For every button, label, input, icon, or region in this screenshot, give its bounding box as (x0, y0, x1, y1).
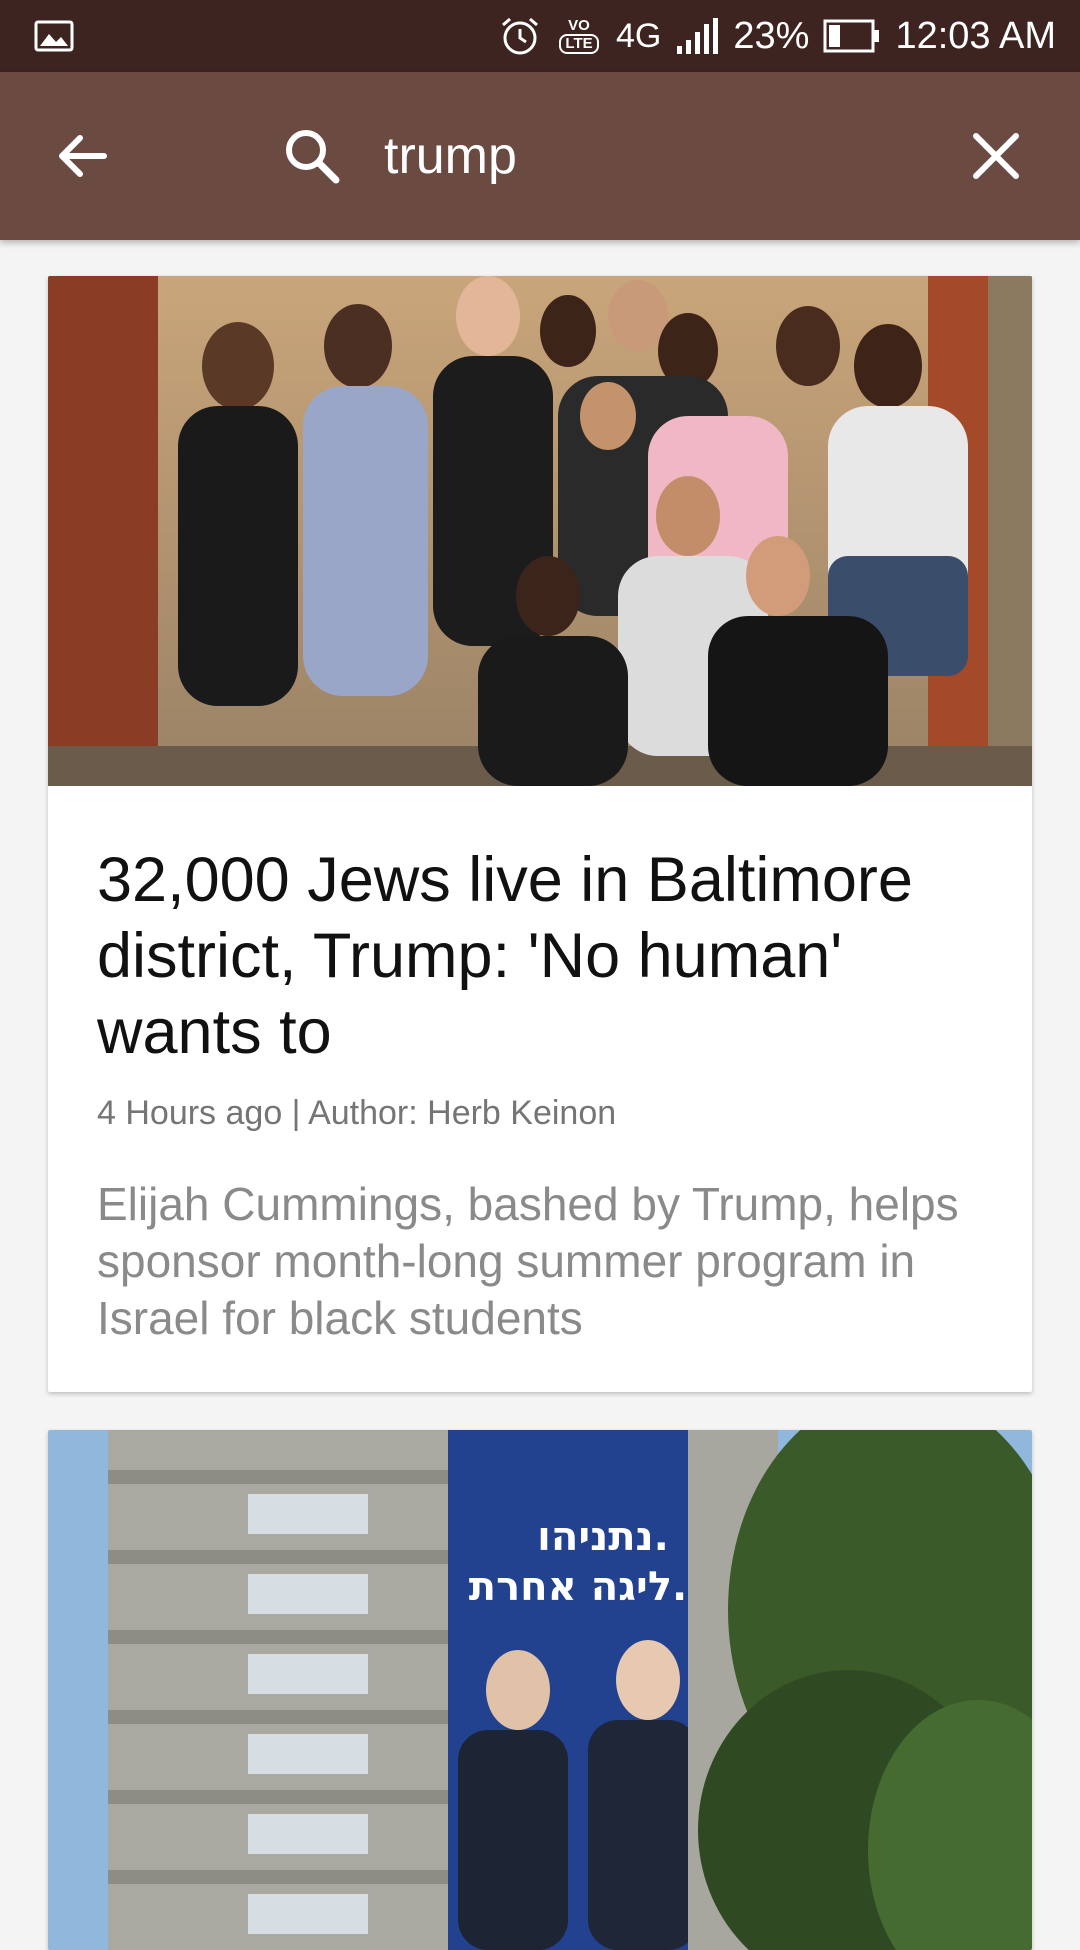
article-card[interactable]: נתניהו. ליגה אחרת. (48, 1430, 1032, 1950)
close-icon[interactable] (966, 126, 1026, 186)
battery-percent: 23% (733, 14, 810, 57)
volte-top-label: VO (568, 17, 590, 34)
search-input[interactable] (384, 116, 904, 196)
status-bar: VO LTE 4G 23% 12:03 AM (0, 0, 1080, 72)
article-card[interactable]: 32,000 Jews live in Baltimore district, … (48, 276, 1032, 1392)
article-photo (48, 276, 1032, 786)
signal-icon (677, 18, 719, 54)
banner-line-1: נתניהו. (537, 1514, 669, 1560)
article-photo: נתניהו. ליגה אחרת. (48, 1430, 1032, 1950)
volte-bottom-label: LTE (559, 34, 599, 54)
status-icons: VO LTE 4G 23% 12:03 AM (498, 0, 1056, 72)
banner-line-2: ליגה אחרת. (469, 1564, 687, 1610)
volte-icon: VO LTE (556, 18, 602, 54)
clock: 12:03 AM (895, 14, 1056, 57)
network-type: 4G (616, 16, 662, 55)
alarm-icon (502, 17, 538, 55)
billboard-photo-image: נתניהו. ליגה אחרת. (48, 1430, 1032, 1950)
search-icon (286, 130, 340, 184)
gallery-icon (34, 20, 74, 52)
article-meta: 4 Hours ago | Author: Herb Keinon (97, 1094, 617, 1132)
article-headline[interactable]: 32,000 Jews live in Baltimore district, … (97, 842, 997, 1070)
article-summary: Elijah Cummings, bashed by Trump, helps … (97, 1178, 959, 1344)
back-arrow-icon[interactable] (52, 126, 112, 186)
group-photo-image (48, 276, 1032, 786)
search-app-bar (0, 72, 1080, 240)
battery-icon (823, 19, 880, 53)
